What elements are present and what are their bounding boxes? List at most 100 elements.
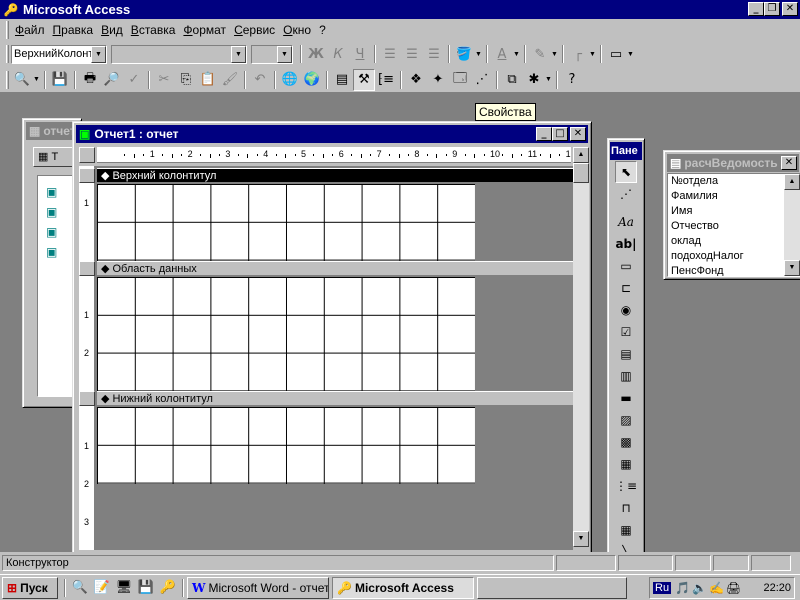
toolbar-grip[interactable] xyxy=(6,70,9,89)
align-center-icon[interactable]: ☰ xyxy=(401,43,423,65)
menu-help[interactable]: ? xyxy=(315,23,330,37)
select-report-box[interactable] xyxy=(79,147,95,163)
print-icon[interactable]: 🖶 xyxy=(79,69,101,91)
tab-control-icon[interactable]: ⊓ xyxy=(615,497,637,519)
sorting-grouping-icon[interactable]: ⁅≡ xyxy=(375,69,397,91)
scroll-thumb[interactable] xyxy=(573,163,589,183)
view-icon[interactable]: 🔍 xyxy=(11,69,33,91)
vertical-scrollbar[interactable]: ▲ ▼ xyxy=(573,147,589,547)
field-item[interactable]: оклад xyxy=(668,234,800,249)
vertical-ruler[interactable]: 1 1 2 1 2 3 xyxy=(79,166,95,550)
scroll-down-button[interactable]: ▼ xyxy=(573,531,589,547)
toolbox-icon[interactable]: ⚒ xyxy=(353,68,375,91)
label-icon[interactable]: Aa xyxy=(615,211,637,233)
line-width-icon[interactable]: ┌ xyxy=(567,43,589,65)
option-button-icon[interactable]: ◉ xyxy=(615,299,637,321)
chevron-down-icon[interactable]: ▼ xyxy=(277,45,292,63)
menu-edit[interactable]: Правка xyxy=(49,23,98,37)
italic-icon[interactable]: К xyxy=(327,43,349,65)
undo-icon[interactable]: ↶ xyxy=(249,69,271,91)
chevron-down-icon[interactable]: ▼ xyxy=(91,45,106,63)
minimize-button[interactable]: _ xyxy=(748,2,764,16)
notepad-icon[interactable]: 📝 xyxy=(91,577,113,599)
new-object-icon[interactable]: ✱ xyxy=(523,69,545,91)
field-item[interactable]: Фамилия xyxy=(668,189,800,204)
section-selector[interactable] xyxy=(79,391,95,406)
explorer-icon[interactable]: 🔍 xyxy=(69,577,91,599)
font-combo[interactable]: ▼ xyxy=(111,44,247,64)
tray-icon[interactable]: 🎵 xyxy=(675,581,690,595)
page-break-icon[interactable]: ⋮≡ xyxy=(615,475,637,497)
paste-icon[interactable]: 📋 xyxy=(197,69,219,91)
app-titlebar[interactable]: 🔑 Microsoft Access _ ❐ ✕ xyxy=(0,0,800,19)
text-box-icon[interactable]: ab| xyxy=(615,233,637,255)
field-item[interactable]: подоходНалог xyxy=(668,249,800,264)
page-header-grid[interactable] xyxy=(97,184,475,261)
toolbar-grip[interactable] xyxy=(6,45,9,63)
copy-icon[interactable]: ⎘ xyxy=(175,69,197,91)
save-icon[interactable]: 💾 xyxy=(49,69,71,91)
desktop-icon[interactable]: 🖥 xyxy=(113,577,135,599)
toolbox-window[interactable]: Пане ⬉ ⋰ Aa ab| ▭ ⊏ ◉ ☑ ▤ ▥ ▬ ▨ ▩ ▦ ⋮≡ ⊓… xyxy=(607,138,645,581)
menu-format[interactable]: Формат xyxy=(179,23,230,37)
report-window-titlebar[interactable]: ▣ Отчет1 : отчет _ □ ✕ xyxy=(76,125,588,143)
special-effect-icon[interactable]: ▭ xyxy=(605,43,627,65)
bold-icon[interactable]: Ж xyxy=(305,43,327,65)
close-button[interactable]: ✕ xyxy=(570,127,586,141)
field-item[interactable]: Отчество xyxy=(668,219,800,234)
section-page-header[interactable]: ◆ Верхний колонтитул xyxy=(97,168,573,183)
field-list-window[interactable]: ▤ расчВедомость ✕ №отдела Фамилия Имя От… xyxy=(663,150,800,280)
horizontal-ruler[interactable]: 123456789101112 xyxy=(97,147,571,163)
start-button[interactable]: ⊞ Пуск xyxy=(2,576,58,599)
autoformat-icon[interactable]: ❖ xyxy=(405,69,427,91)
menu-file[interactable]: Файл xyxy=(11,23,49,37)
scroll-up-button[interactable]: ▲ xyxy=(784,174,800,190)
scroll-up-button[interactable]: ▲ xyxy=(573,147,589,163)
database-window-titlebar[interactable]: ▦ отчет xyxy=(26,122,78,140)
code-icon[interactable]: ✦ xyxy=(427,69,449,91)
check-box-icon[interactable]: ☑ xyxy=(615,321,637,343)
field-list[interactable]: №отдела Фамилия Имя Отчество оклад подох… xyxy=(667,173,800,277)
report-design-window[interactable]: ▣ Отчет1 : отчет _ □ ✕ 123456789101112 ▲… xyxy=(72,121,592,561)
tray-icon[interactable]: 🖨 xyxy=(726,581,741,595)
menu-tools[interactable]: Сервис xyxy=(230,23,279,37)
print-preview-icon[interactable]: 🔎 xyxy=(101,69,123,91)
build-icon[interactable]: ⋰ xyxy=(471,69,493,91)
object-combo[interactable]: ВерхнийКолонт ▼ xyxy=(11,44,107,64)
close-button[interactable]: ✕ xyxy=(782,2,798,16)
line-color-icon[interactable]: ✎ xyxy=(529,43,551,65)
align-right-icon[interactable]: ☰ xyxy=(423,43,445,65)
web-toolbar-icon[interactable]: 🌍 xyxy=(301,69,323,91)
toggle-button-icon[interactable]: ⊏ xyxy=(615,277,637,299)
field-list-icon[interactable]: ▤ xyxy=(331,69,353,91)
minimize-button[interactable]: _ xyxy=(536,127,552,141)
save-icon[interactable]: 💾 xyxy=(135,577,157,599)
database-window-icon[interactable]: ⧉ xyxy=(501,69,523,91)
section-selector[interactable] xyxy=(79,261,95,276)
menu-view[interactable]: Вид xyxy=(97,23,127,37)
page-footer-grid[interactable] xyxy=(97,407,475,484)
field-list-scrollbar[interactable]: ▲ ▼ xyxy=(784,174,800,276)
task-access[interactable]: 🔑 Microsoft Access xyxy=(332,576,474,599)
bound-object-icon[interactable]: ▦ xyxy=(615,453,637,475)
field-item[interactable]: ПенсФонд xyxy=(668,264,800,276)
font-size-combo[interactable]: ▼ xyxy=(251,44,293,64)
unbound-object-icon[interactable]: ▩ xyxy=(615,431,637,453)
font-color-icon[interactable]: A xyxy=(491,43,513,65)
command-button-icon[interactable]: ▬ xyxy=(615,387,637,409)
task-word[interactable]: W Microsoft Word - отчет... xyxy=(187,576,329,599)
menu-grip[interactable] xyxy=(6,21,9,39)
language-indicator[interactable]: Ru xyxy=(653,581,672,594)
subform-icon[interactable]: ▦ xyxy=(615,519,637,541)
format-painter-icon[interactable]: 🖌 xyxy=(219,69,241,91)
fill-color-icon[interactable]: 🪣 xyxy=(453,43,475,65)
list-box-icon[interactable]: ▥ xyxy=(615,365,637,387)
field-list-titlebar[interactable]: ▤ расчВедомость ✕ xyxy=(667,154,799,172)
maximize-button[interactable]: □ xyxy=(552,127,568,141)
restore-button[interactable]: ❐ xyxy=(764,2,780,16)
menu-window[interactable]: Окно xyxy=(279,23,315,37)
insert-hyperlink-icon[interactable]: 🌐 xyxy=(279,69,301,91)
option-group-icon[interactable]: ▭ xyxy=(615,255,637,277)
menu-insert[interactable]: Вставка xyxy=(127,23,180,37)
section-page-footer[interactable]: ◆ Нижний колонтитул xyxy=(97,391,573,406)
